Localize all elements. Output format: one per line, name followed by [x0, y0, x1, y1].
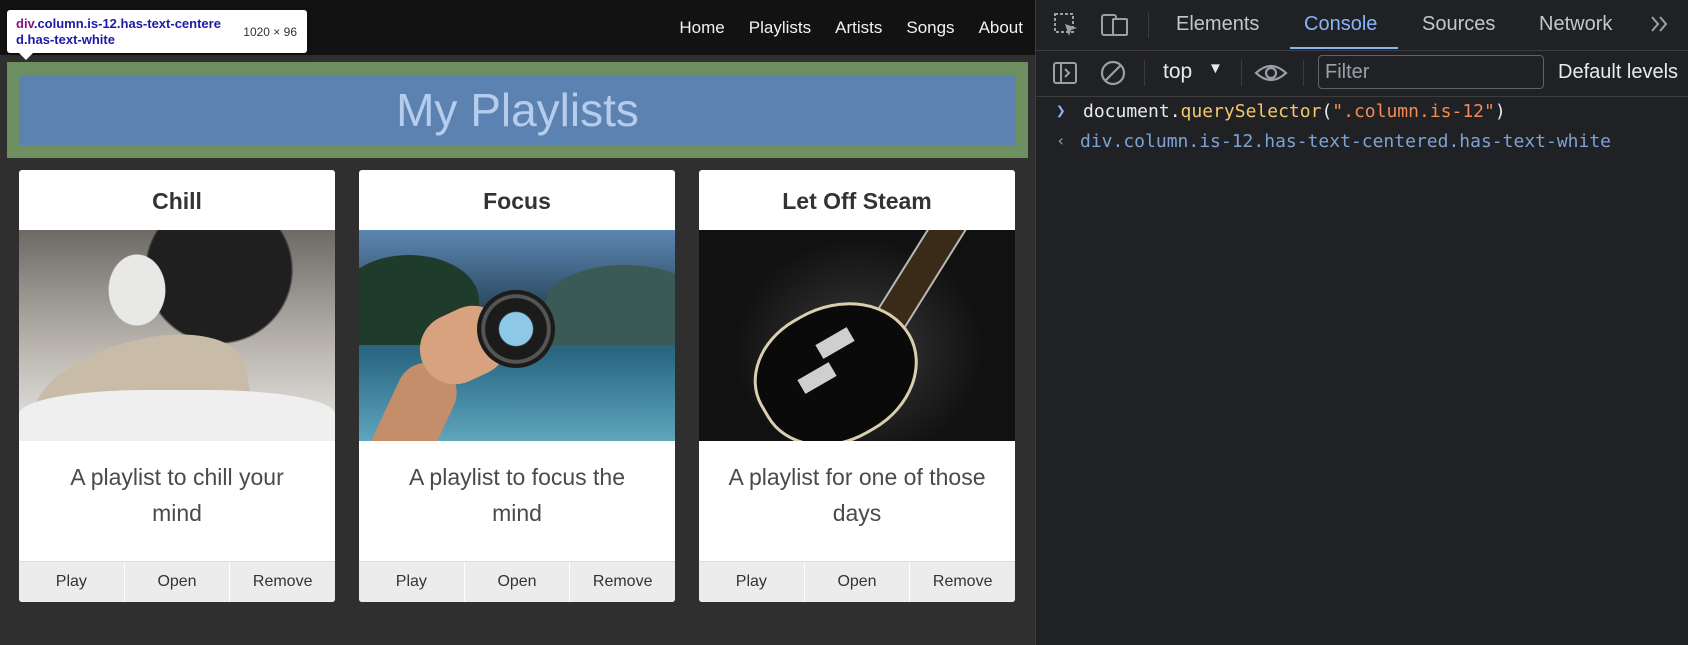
separator: [1144, 60, 1145, 86]
tab-console[interactable]: Console: [1304, 13, 1377, 36]
inspect-element-icon[interactable]: [1052, 11, 1080, 45]
tooltip-selector: div.column.is-12.has-text-centered.has-t…: [16, 16, 231, 48]
console-input[interactable]: document.querySelector(".column.is-12"): [1083, 101, 1506, 122]
play-button[interactable]: Play: [359, 562, 465, 602]
code-method: querySelector: [1180, 101, 1322, 122]
nav-link-home[interactable]: Home: [679, 18, 724, 38]
card-title: Chill: [152, 188, 202, 214]
tab-elements[interactable]: Elements: [1176, 13, 1259, 36]
filter-input[interactable]: [1318, 55, 1544, 89]
inspector-tooltip: div.column.is-12.has-text-centered.has-t…: [7, 10, 307, 60]
device-toolbar-icon[interactable]: [1100, 11, 1130, 45]
tooltip-size: 1020 × 96: [243, 25, 297, 39]
console-result[interactable]: div.column.is-12.has-text-centered.has-t…: [1080, 131, 1611, 152]
card-title: Let Off Steam: [782, 188, 932, 214]
devtools-panel: Elements Console Sources Network top ▼ F…: [1035, 0, 1688, 645]
devtools-tabbar: Elements Console Sources Network: [1036, 0, 1688, 51]
code-string: ".column.is-12": [1332, 101, 1495, 122]
console-result-line: ‹ div.column.is-12.has-text-centered.has…: [1036, 127, 1688, 157]
result-prompt-icon: ‹: [1056, 131, 1066, 150]
nav-link-about[interactable]: About: [979, 18, 1023, 38]
separator: [1241, 60, 1242, 86]
mountain-shape: [545, 265, 675, 345]
open-button[interactable]: Open: [124, 562, 231, 602]
more-tabs-icon[interactable]: [1647, 11, 1673, 43]
clear-console-icon[interactable]: [1099, 59, 1127, 93]
hero-highlight-content: My Playlists: [19, 75, 1016, 145]
tooltip-selector-classes: .column.is-12.has-text-centered.has-text…: [16, 16, 221, 47]
separator: [1148, 12, 1149, 38]
live-expression-eye-icon[interactable]: [1254, 59, 1288, 93]
card-image-chill: [19, 230, 335, 441]
remove-button[interactable]: Remove: [230, 562, 335, 602]
card-description: A playlist to focus the mind: [408, 464, 626, 526]
play-button[interactable]: Play: [19, 562, 125, 602]
playlist-card-chill: Chill A playlist to chill your mind Play…: [19, 170, 335, 602]
card-actions: Play Open Remove: [19, 561, 335, 602]
chevron-down-icon[interactable]: ▼: [1208, 60, 1223, 77]
nav-link-songs[interactable]: Songs: [906, 18, 954, 38]
context-selector[interactable]: top: [1163, 60, 1192, 84]
code-paren-open: (: [1321, 101, 1333, 122]
code-paren-close: ): [1494, 101, 1506, 122]
console-toolbar: top ▼ Default levels: [1036, 51, 1688, 97]
playlist-card-let-off-steam: Let Off Steam A playlist for one of thos…: [699, 170, 1015, 602]
card-description: A playlist for one of those days: [728, 464, 986, 526]
playlist-card-focus: Focus A playlist to focus the mind Play …: [359, 170, 675, 602]
lens-shape: [477, 290, 555, 368]
active-tab-indicator: [1290, 47, 1398, 49]
card-image-let-off-steam: [699, 230, 1015, 441]
card-title: Focus: [483, 188, 551, 214]
card-actions: Play Open Remove: [359, 561, 675, 602]
card-image-focus: [359, 230, 675, 441]
page-title: My Playlists: [396, 84, 639, 136]
code-dot: .: [1169, 101, 1181, 122]
input-prompt-icon: ❯: [1056, 101, 1066, 120]
card-actions: Play Open Remove: [699, 561, 1015, 602]
nav-links: Home Playlists Artists Songs About: [679, 18, 1023, 38]
tooltip-selector-tag: div: [16, 16, 34, 31]
sidebar-toggle-icon[interactable]: [1051, 59, 1079, 93]
separator: [1303, 60, 1304, 86]
blanket-shape: [19, 390, 335, 441]
tab-network[interactable]: Network: [1539, 13, 1612, 36]
web-page: Home Playlists Artists Songs About div.c…: [0, 0, 1035, 645]
nav-link-playlists[interactable]: Playlists: [749, 18, 811, 38]
console-input-line: ❯ document.querySelector(".column.is-12"…: [1036, 97, 1688, 127]
open-button[interactable]: Open: [804, 562, 911, 602]
tab-sources[interactable]: Sources: [1422, 13, 1495, 36]
code-object: document: [1083, 101, 1170, 122]
remove-button[interactable]: Remove: [910, 562, 1015, 602]
remove-button[interactable]: Remove: [570, 562, 675, 602]
open-button[interactable]: Open: [464, 562, 571, 602]
play-button[interactable]: Play: [699, 562, 805, 602]
log-levels-dropdown[interactable]: Default levels: [1558, 61, 1678, 84]
nav-link-artists[interactable]: Artists: [835, 18, 882, 38]
tooltip-arrow: [19, 53, 33, 60]
console-output: ❯ document.querySelector(".column.is-12"…: [1036, 97, 1688, 157]
card-description: A playlist to chill your mind: [70, 464, 284, 526]
